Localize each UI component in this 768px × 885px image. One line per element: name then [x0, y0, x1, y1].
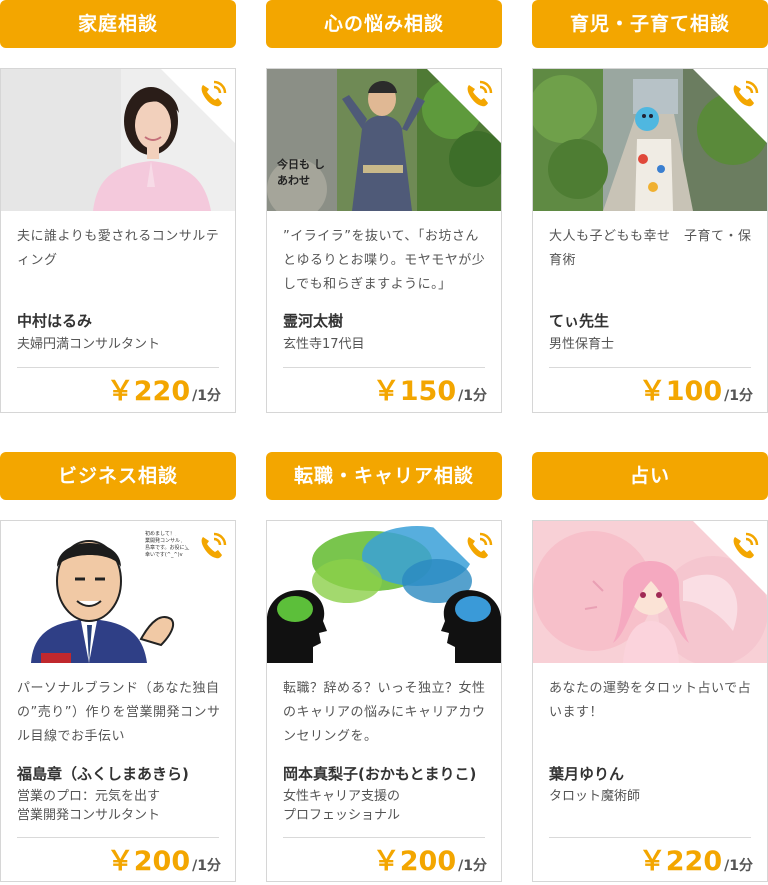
price: ￥150/1分: [373, 369, 487, 408]
category-header[interactable]: ビジネス相談: [0, 452, 236, 500]
divider: [549, 837, 751, 838]
card-description: 夫に誰よりも愛されるコンサルティング: [17, 229, 220, 268]
price-unit: /1分: [192, 858, 221, 874]
card-body[interactable]: 初めまして！元気を出す営業開発コンサルタントの福島章です。お役に立てれば幸いです…: [0, 520, 236, 882]
phone-call-icon[interactable]: [462, 77, 496, 111]
price-value: ￥100: [638, 376, 723, 407]
phone-call-icon[interactable]: [196, 529, 230, 563]
card-description: 転職？辞める？いっそ独立？女性のキャリアの悩みにキャリアカウンセリングを。: [283, 681, 486, 744]
counselor-photo: [267, 521, 501, 663]
counselor-title: 女性キャリア支援の プロフェッショナル: [283, 787, 400, 825]
title-line-2: プロフェッショナル: [283, 808, 401, 823]
counselor-photo: [533, 69, 767, 211]
price-unit: /1分: [192, 388, 221, 404]
counselor-card-2[interactable]: 心の悩み相談 今日も しあわせ ”イライラ”を抜いて、「お坊さんとゆるりとお喋り…: [266, 0, 502, 413]
category-header[interactable]: 家庭相談: [0, 0, 236, 48]
counselor-title: 玄性寺17代目: [283, 337, 365, 352]
title-line-1: 営業のプロ：元気を出す: [17, 789, 161, 804]
counselor-name: 岡本真梨子(おかもとまりこ): [283, 765, 477, 783]
counselor-name: 葉月ゆりん: [549, 765, 625, 783]
card-description: 大人も子どもも幸せ 子育て・保育術: [549, 229, 752, 268]
price-value: ￥150: [372, 376, 457, 407]
card-description: あなたの運勢をタロット占いで占います！: [549, 681, 752, 720]
divider: [283, 837, 485, 838]
price-value: ￥200: [106, 846, 191, 877]
price: ￥100/1分: [639, 369, 753, 408]
price: ￥200/1分: [107, 839, 221, 878]
counselor-card-3[interactable]: 育児・子育て相談 大人も子どもも幸せ 子育て・保育術 てぃ先生 男性保育士 ￥1…: [532, 0, 768, 413]
card-body[interactable]: 大人も子どもも幸せ 子育て・保育術 てぃ先生 男性保育士 ￥100/1分: [532, 68, 768, 413]
counselor-name: 霊河太樹: [283, 312, 344, 330]
price-unit: /1分: [458, 858, 487, 874]
counselor-card-4[interactable]: ビジネス相談 初めまして！元気を出す営業開発コンサルタントの福島章です。お役に立…: [0, 452, 236, 882]
price: ￥220/1分: [107, 369, 221, 408]
category-header[interactable]: 心の悩み相談: [266, 0, 502, 48]
card-description: ”イライラ”を抜いて、「お坊さんとゆるりとお喋り。モヤモヤが少しでも和らぎますよ…: [283, 229, 486, 292]
counselor-title: 夫婦円満コンサルタント: [17, 337, 161, 352]
price-value: ￥220: [638, 846, 723, 877]
divider: [17, 367, 219, 368]
counselor-card-1[interactable]: 家庭相談 夫に誰よりも愛されるコンサルティング 中村はるみ 夫婦円満コンサルタン…: [0, 0, 236, 413]
price-unit: /1分: [724, 858, 753, 874]
divider: [17, 837, 219, 838]
price: ￥220/1分: [639, 839, 753, 878]
card-body[interactable]: 夫に誰よりも愛されるコンサルティング 中村はるみ 夫婦円満コンサルタント ￥22…: [0, 68, 236, 413]
counselor-card-6[interactable]: 占い あなたの運勢をタロット占いで占います！ 葉月ゆりん タロット魔術師 ￥22…: [532, 452, 768, 882]
price-unit: /1分: [724, 388, 753, 404]
category-header[interactable]: 転職・キャリア相談: [266, 452, 502, 500]
counselor-photo: [533, 521, 767, 663]
title-line-1: 女性キャリア支援の: [283, 789, 401, 804]
counselor-photo: [1, 69, 235, 211]
price-unit: /1分: [458, 388, 487, 404]
counselor-name: てぃ先生: [549, 312, 610, 330]
phone-call-icon[interactable]: [196, 77, 230, 111]
phone-call-icon[interactable]: [728, 529, 762, 563]
counselor-title: 男性保育士: [549, 337, 615, 352]
category-header[interactable]: 育児・子育て相談: [532, 0, 768, 48]
price-value: ￥200: [372, 846, 457, 877]
counselor-photo: 初めまして！元気を出す営業開発コンサルタントの福島章です。お役に立てれば幸いです…: [1, 521, 235, 663]
card-description: パーソナルブランド（あなた独自の”売り”）作りを営業開発コンサル目線でお手伝い: [17, 681, 221, 744]
card-body[interactable]: あなたの運勢をタロット占いで占います！ 葉月ゆりん タロット魔術師 ￥220/1…: [532, 520, 768, 882]
counselor-name: 中村はるみ: [17, 312, 93, 330]
title-line-2: 営業開発コンサルタント: [17, 808, 161, 823]
calligraphy-text: 今日も しあわせ: [277, 158, 325, 187]
phone-call-icon[interactable]: [462, 529, 496, 563]
card-body[interactable]: 転職？辞める？いっそ独立？女性のキャリアの悩みにキャリアカウンセリングを。 岡本…: [266, 520, 502, 882]
counselor-title: 営業のプロ：元気を出す 営業開発コンサルタント: [17, 787, 160, 825]
price-value: ￥220: [106, 376, 191, 407]
counselor-name: 福島章（ふくしまあきら): [17, 765, 189, 783]
counselor-photo: 今日も しあわせ: [267, 69, 501, 211]
counselor-title: タロット魔術師: [549, 789, 641, 804]
category-header[interactable]: 占い: [532, 452, 768, 500]
phone-call-icon[interactable]: [728, 77, 762, 111]
divider: [283, 367, 485, 368]
divider: [549, 367, 751, 368]
counselor-card-5[interactable]: 転職・キャリア相談 転職？辞める？いっそ独立？女性のキャリアの悩みにキャリアカウ: [266, 452, 502, 882]
card-body[interactable]: 今日も しあわせ ”イライラ”を抜いて、「お坊さんとゆるりとお喋り。モヤモヤが少…: [266, 68, 502, 413]
price: ￥200/1分: [373, 839, 487, 878]
